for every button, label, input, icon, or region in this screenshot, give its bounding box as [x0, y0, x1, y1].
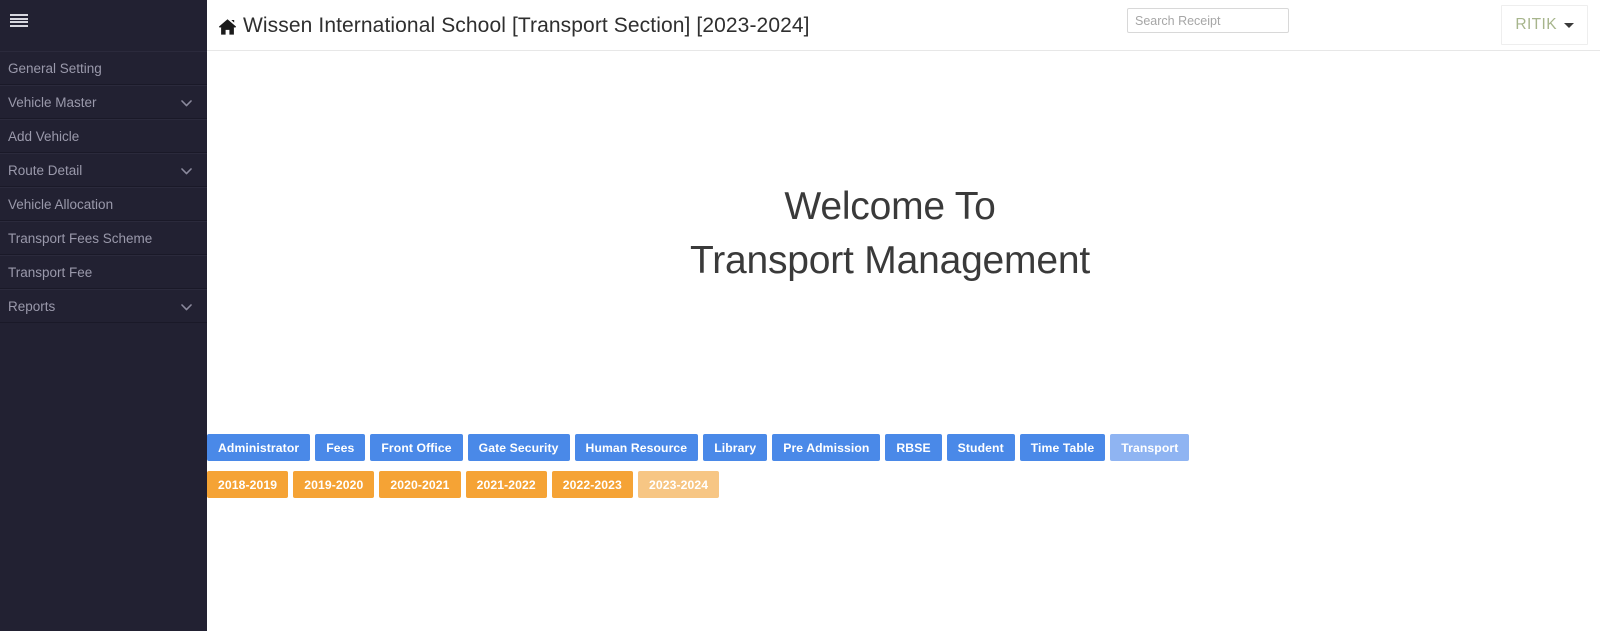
session-button-row: 2018-2019 2019-2020 2020-2021 2021-2022 2022… [207, 471, 724, 498]
main-content: Welcome To Transport Management Administ… [207, 52, 1600, 631]
module-button-time-table[interactable]: Time Table [1019, 434, 1106, 461]
chevron-down-icon [181, 290, 192, 322]
sidebar-item-label: Add Vehicle [8, 129, 80, 144]
module-button-human-resource[interactable]: Human Resource [574, 434, 699, 461]
module-button-label: Fees [326, 440, 355, 455]
sidebar-item-transport-fees-scheme[interactable]: Transport Fees Scheme [0, 221, 207, 255]
module-button-front-office[interactable]: Front Office [370, 434, 463, 461]
module-button-label: RBSE [896, 440, 931, 455]
sidebar-item-label: Transport Fees Scheme [8, 231, 153, 246]
sidebar-menu: General Setting Vehicle Master Add Vehicle… [0, 51, 207, 323]
session-button-label: 2021-2022 [476, 477, 536, 492]
sidebar-item-transport-fee[interactable]: Transport Fee [0, 255, 207, 289]
module-button-row: Administrator Fees Front Office Gate Securi… [207, 434, 1194, 461]
sidebar-item-general-setting[interactable]: General Setting [0, 51, 207, 85]
session-button-label: 2019-2020 [304, 477, 364, 492]
module-button-gate-security[interactable]: Gate Security [467, 434, 570, 461]
module-button-administrator[interactable]: Administrator [207, 434, 311, 461]
module-button-label: Human Resource [585, 440, 688, 455]
page-title: Wissen International School [Transport S… [218, 0, 810, 51]
sidebar-item-label: Vehicle Allocation [8, 197, 114, 212]
top-header: Wissen International School [Transport S… [207, 0, 1600, 51]
session-button-2018-2019[interactable]: 2018-2019 [207, 471, 289, 498]
user-name-label: RITIK [1515, 16, 1557, 33]
page-title-text: Wissen International School [Transport S… [243, 13, 810, 37]
module-button-transport[interactable]: Transport [1110, 434, 1190, 461]
module-button-rbse[interactable]: RBSE [885, 434, 942, 461]
module-button-label: Administrator [218, 440, 300, 455]
module-button-fees[interactable]: Fees [315, 434, 366, 461]
sidebar-item-label: Transport Fee [8, 265, 93, 280]
session-button-label: 2023-2024 [648, 477, 709, 492]
module-button-label: Transport [1121, 440, 1179, 455]
chevron-down-icon [181, 154, 192, 186]
welcome-heading: Welcome To Transport Management [207, 180, 1573, 288]
sidebar-item-reports[interactable]: Reports [0, 289, 207, 323]
sidebar-item-add-vehicle[interactable]: Add Vehicle [0, 119, 207, 153]
module-button-student[interactable]: Student [946, 434, 1015, 461]
session-button-2022-2023[interactable]: 2022-2023 [551, 471, 633, 498]
sidebar-header [0, 0, 207, 51]
session-button-label: 2018-2019 [218, 477, 278, 492]
sidebar-item-label: Vehicle Master [8, 95, 97, 110]
session-button-2020-2021[interactable]: 2020-2021 [379, 471, 461, 498]
sidebar-item-vehicle-allocation[interactable]: Vehicle Allocation [0, 187, 207, 221]
sidebar-item-label: Reports [8, 299, 56, 314]
sidebar-item-route-detail[interactable]: Route Detail [0, 153, 207, 187]
home-icon [218, 18, 237, 36]
search-input[interactable] [1127, 8, 1289, 33]
session-button-2019-2020[interactable]: 2019-2020 [293, 471, 375, 498]
module-button-label: Front Office [381, 440, 452, 455]
module-button-label: Pre Admission [783, 440, 870, 455]
welcome-line-1: Welcome To [784, 185, 996, 228]
hamburger-icon[interactable] [10, 13, 28, 28]
app-root: General Setting Vehicle Master Add Vehicle… [0, 0, 1600, 631]
session-button-label: 2022-2023 [562, 477, 622, 492]
module-button-library[interactable]: Library [703, 434, 768, 461]
welcome-line-2: Transport Management [690, 239, 1090, 282]
sidebar-item-label: Route Detail [8, 163, 83, 178]
session-button-label: 2020-2021 [390, 477, 450, 492]
module-button-label: Student [957, 440, 1004, 455]
sidebar-item-label: General Setting [8, 61, 102, 76]
session-button-2021-2022[interactable]: 2021-2022 [465, 471, 547, 498]
session-button-2023-2024[interactable]: 2023-2024 [637, 471, 720, 498]
module-button-label: Time Table [1030, 440, 1095, 455]
sidebar-item-vehicle-master[interactable]: Vehicle Master [0, 85, 207, 119]
module-button-label: Library [714, 440, 757, 455]
caret-down-icon [1564, 22, 1574, 28]
module-button-pre-admission[interactable]: Pre Admission [772, 434, 881, 461]
chevron-down-icon [181, 86, 192, 118]
sidebar: General Setting Vehicle Master Add Vehicle… [0, 0, 207, 631]
user-menu-button[interactable]: RITIK [1501, 5, 1588, 45]
module-button-label: Gate Security [478, 440, 559, 455]
